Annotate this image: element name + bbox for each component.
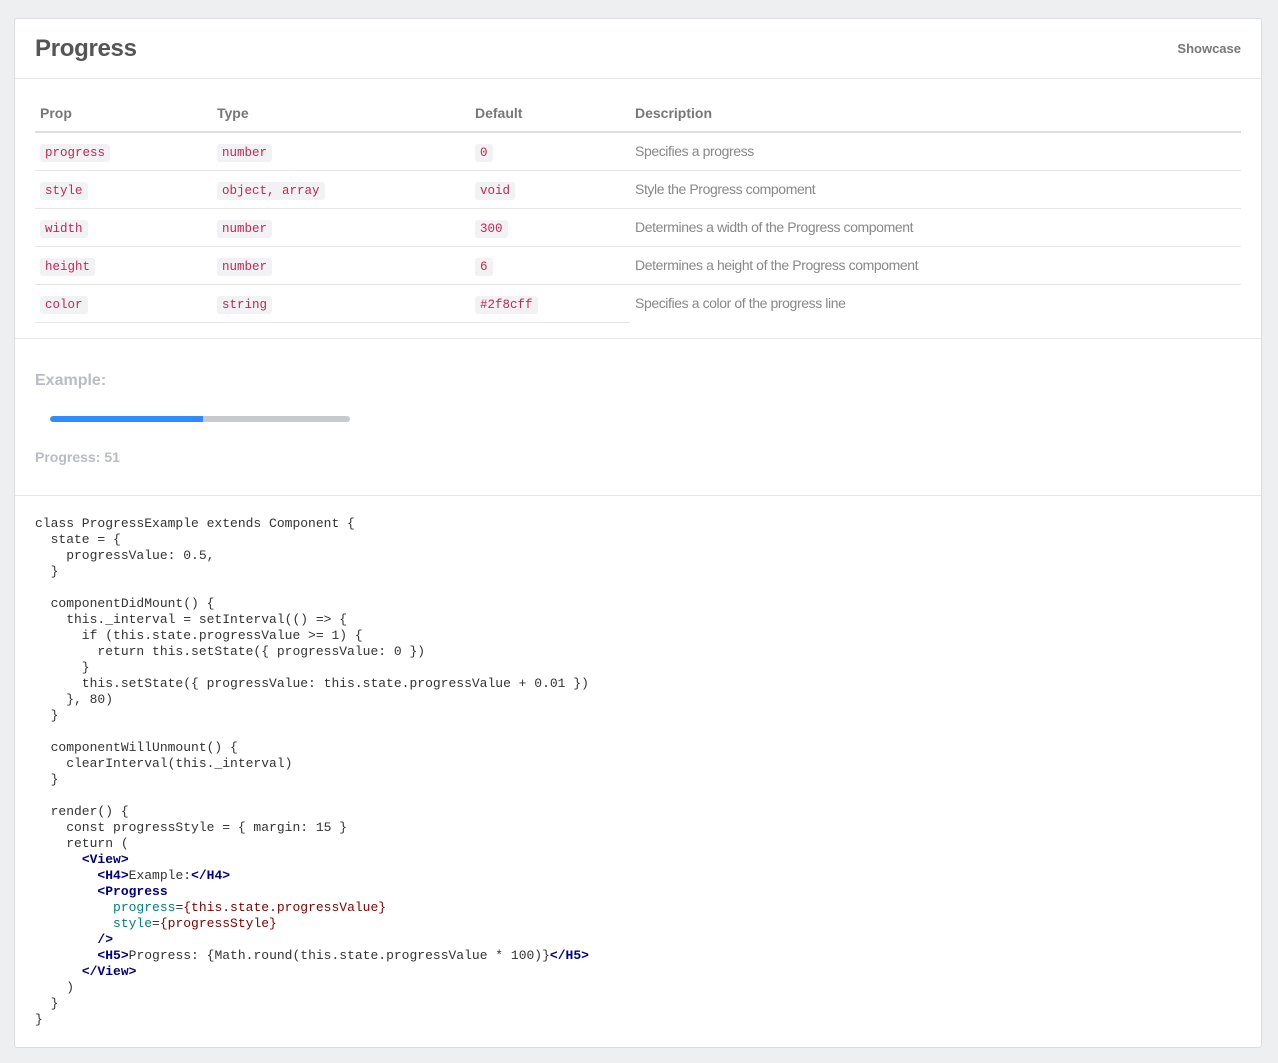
code-line: <H5>Progress: {Math.round(this.state.pro… — [97, 947, 589, 963]
prop-name: style — [40, 181, 88, 200]
code-line: progressValue: 0.5, — [35, 547, 215, 563]
code-line: } — [35, 771, 59, 787]
showcase-link[interactable]: Showcase — [1177, 41, 1241, 56]
prop-name: progress — [40, 143, 111, 162]
code-line: return this.setState({ progressValue: 0 … — [35, 643, 426, 659]
progress-bar — [50, 415, 350, 422]
code-line: <View> — [81, 851, 129, 867]
card-header: Progress Showcase — [15, 19, 1261, 79]
page-title: Progress — [35, 34, 137, 62]
code-line: componentDidMount() { — [35, 595, 215, 611]
code-line: <Progress — [97, 883, 168, 899]
table-row: style object, array void Style the Progr… — [35, 170, 1241, 209]
prop-description: Determines a height of the Progress comp… — [630, 246, 1241, 285]
code-line: <H4>Example:</H4> — [97, 867, 231, 883]
code-line: } — [35, 995, 59, 1011]
code-line: /> — [97, 931, 114, 947]
prop-type: number — [217, 257, 273, 276]
code-line: }, 80) — [35, 691, 114, 707]
column-header-default: Default — [470, 95, 630, 133]
code-line: if (this.state.progressValue >= 1) { — [35, 627, 363, 643]
prop-description: Specifies a progress — [630, 132, 1241, 171]
prop-type: object, array — [217, 181, 325, 200]
prop-name: height — [40, 257, 96, 276]
props-table-section: Prop Type Default Description progress n… — [15, 79, 1261, 339]
example-section: Example: Progress: 51 — [15, 339, 1261, 496]
table-row: color string #2f8cff Specifies a color o… — [35, 284, 1241, 323]
prop-default: 300 — [475, 219, 508, 238]
code-line: clearInterval(this._interval) — [35, 755, 293, 771]
table-header-row: Prop Type Default Description — [35, 95, 1241, 133]
prop-default: 0 — [475, 143, 493, 162]
progress-value: 51 — [104, 448, 120, 465]
code-line: ) — [35, 979, 75, 995]
table-row: progress number 0 Specifies a progress — [35, 132, 1241, 171]
code-line: } — [35, 707, 59, 723]
prop-description: Style the Progress compoment — [630, 170, 1241, 209]
prop-type: number — [217, 219, 273, 238]
code-line: componentWillUnmount() { — [35, 739, 238, 755]
prop-description: Specifies a color of the progress line — [635, 295, 846, 312]
table-row: width number 300 Determines a width of t… — [35, 208, 1241, 247]
column-header-type: Type — [212, 95, 470, 133]
prop-default: #2f8cff — [475, 295, 538, 314]
code-line: return ( — [35, 835, 129, 851]
docs-card: Progress Showcase Prop Type Default Desc… — [14, 18, 1262, 1048]
code-line: class ProgressExample extends Component … — [35, 515, 355, 531]
prop-name: color — [40, 295, 88, 314]
prop-default: 6 — [475, 257, 493, 276]
code-line: </View> — [81, 963, 137, 979]
table-row: height number 6 Determines a height of t… — [35, 246, 1241, 285]
code-example: class ProgressExample extends Component … — [15, 496, 1261, 1028]
code-line: this.setState({ progressValue: this.stat… — [35, 675, 589, 691]
code-line: const progressStyle = { margin: 15 } — [35, 819, 348, 835]
prop-name: width — [40, 219, 88, 238]
column-header-description: Description — [630, 95, 1241, 133]
prop-type: number — [217, 143, 273, 162]
progress-label: Progress: — [35, 448, 101, 465]
code-line: render() { — [35, 803, 129, 819]
progress-bar-fill — [50, 415, 203, 422]
code-line: state = { — [35, 531, 121, 547]
column-header-prop: Prop — [35, 95, 212, 133]
prop-default: void — [475, 181, 516, 200]
code-line: } — [35, 563, 59, 579]
props-table: Prop Type Default Description progress n… — [35, 95, 1241, 323]
code-line: } — [35, 1011, 43, 1027]
code-line: this._interval = setInterval(() => { — [35, 611, 348, 627]
prop-description: Determines a width of the Progress compo… — [630, 208, 1241, 247]
code-line: style={progressStyle} — [113, 915, 277, 931]
progress-readout: Progress: 51 — [35, 449, 120, 465]
example-title: Example: — [35, 371, 107, 389]
code-line: progress={this.state.progressValue} — [113, 899, 387, 915]
prop-type: string — [217, 295, 273, 314]
code-line: } — [35, 659, 90, 675]
